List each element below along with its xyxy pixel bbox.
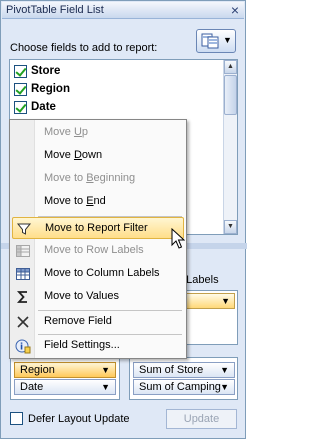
svg-text:i: i [20, 343, 23, 353]
chip-label: Date [20, 381, 44, 393]
menu-item-move-down[interactable]: Move Down [12, 145, 184, 167]
chip-label: Region [20, 364, 55, 376]
update-button[interactable]: Update [166, 409, 237, 429]
menu-item-move-to-end[interactable]: Move to End [12, 191, 184, 213]
column-labels-icon [16, 268, 30, 280]
row-labels-icon [16, 245, 30, 257]
row-chip-date[interactable]: Date ▼ [14, 379, 116, 395]
scroll-thumb[interactable] [224, 75, 237, 115]
chevron-down-icon: ▼ [101, 365, 110, 375]
defer-layout-update[interactable]: Defer Layout Update [10, 412, 130, 425]
checkbox[interactable] [14, 64, 27, 78]
menu-item-move-to-row-labels[interactable]: Move to Row Labels [12, 240, 184, 262]
chevron-down-icon: ▼ [220, 365, 229, 375]
remove-icon [17, 316, 29, 328]
choose-fields-label: Choose fields to add to report: [10, 42, 158, 54]
field-settings-icon: i [15, 339, 31, 354]
chip-label: Sum of Store [139, 364, 204, 376]
field-list-layout-button[interactable]: ▼ [196, 29, 236, 53]
chevron-down-icon: ▼ [221, 296, 230, 306]
menu-item-remove-field[interactable]: Remove Field [12, 311, 184, 333]
field-context-menu: Move Up Move Down Move to Beginning Move… [9, 119, 187, 359]
field-list-layout-icon [201, 33, 219, 49]
defer-checkbox[interactable] [10, 412, 23, 425]
checkbox[interactable] [14, 100, 27, 114]
row-labels-area[interactable]: Region ▼ Date ▼ [10, 357, 120, 400]
row-chip-region[interactable]: Region ▼ [14, 362, 116, 378]
menu-item-move-to-column-labels[interactable]: Move to Column Labels [12, 263, 184, 285]
field-label: Store [31, 65, 61, 77]
menu-item-move-to-report-filter[interactable]: Move to Report Filter [12, 217, 184, 239]
menu-item-move-to-values[interactable]: Move to Values [12, 286, 184, 308]
field-item-region[interactable]: Region [14, 81, 70, 97]
filter-icon [16, 223, 32, 235]
menu-item-move-up[interactable]: Move Up [12, 122, 184, 144]
chevron-down-icon: ▼ [220, 382, 229, 392]
chip-label: Sum of Camping [139, 381, 221, 393]
vertical-scrollbar[interactable]: ▲ ▼ [223, 60, 237, 234]
sigma-icon [16, 291, 27, 303]
field-label: Date [31, 101, 56, 113]
scroll-up-arrow-icon[interactable]: ▲ [224, 60, 237, 74]
close-icon[interactable]: × [231, 2, 239, 18]
field-item-store[interactable]: Store [14, 63, 60, 79]
chevron-down-icon: ▼ [223, 35, 232, 45]
field-item-date[interactable]: Date [14, 99, 56, 115]
value-chip-sum-of-camping[interactable]: Sum of Camping ▼ [133, 379, 235, 395]
scroll-down-arrow-icon[interactable]: ▼ [224, 220, 237, 234]
menu-item-move-to-beginning[interactable]: Move to Beginning [12, 168, 184, 190]
mouse-pointer-icon [171, 228, 185, 249]
field-label: Region [31, 83, 70, 95]
chevron-down-icon: ▼ [101, 382, 110, 392]
pane-title: PivotTable Field List [6, 4, 104, 16]
menu-item-field-settings[interactable]: i Field Settings... [12, 335, 184, 357]
value-chip-sum-of-store[interactable]: Sum of Store ▼ [133, 362, 235, 378]
checkbox[interactable] [14, 82, 27, 96]
values-area[interactable]: Sum of Store ▼ Sum of Camping ▼ [129, 357, 238, 400]
title-bar: PivotTable Field List × [2, 2, 244, 19]
defer-label: Defer Layout Update [28, 412, 130, 425]
